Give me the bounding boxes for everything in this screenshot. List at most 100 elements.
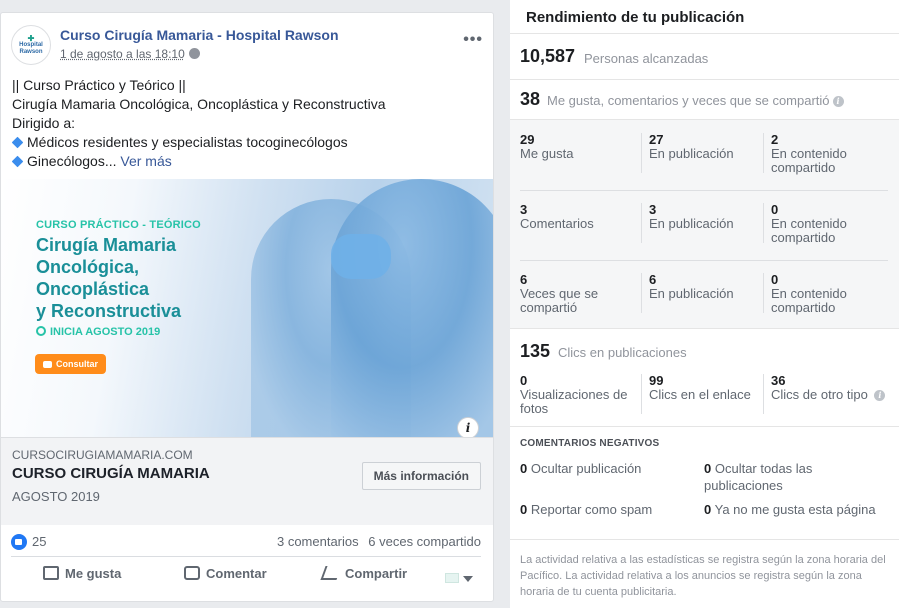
post-text-line: Médicos residentes y especialistas tocog… [11, 133, 483, 152]
avatar-text-1: Hospital [19, 41, 43, 48]
link-clicks: 99 Clics en el enlace [649, 374, 764, 402]
reach-value: 10,587 [520, 46, 576, 66]
divider [510, 79, 899, 80]
page-name-link[interactable]: Curso Cirugía Mamaria - Hospital Rawson [60, 27, 339, 43]
engagement-value: 38 [520, 89, 541, 109]
avatar-text-2: Rawson [19, 48, 43, 55]
info-icon[interactable]: i [832, 96, 844, 107]
metric-value: 3 [649, 202, 657, 217]
shares-on-post: 6 En publicación [649, 273, 764, 301]
divider [520, 190, 888, 191]
metric-label: Comentarios [520, 216, 594, 231]
page-thumbnail-icon [445, 573, 459, 583]
shares-total: 6 Veces que se compartió [520, 273, 635, 315]
likes-total: 29 Me gusta [520, 133, 635, 161]
link-preview[interactable]: CURSOCIRUGIAMAMARIA.COM CURSO CIRUGÍA MA… [1, 437, 493, 525]
photo-views: 0 Visualizaciones de fotos [520, 374, 645, 416]
hero-title-line: Oncoplástica [36, 279, 150, 299]
link-title: CURSO CIRUGÍA MAMARIA [12, 465, 210, 482]
metric-label: Clics de otro tipo [771, 387, 868, 402]
reach-label: Personas alcanzadas [584, 51, 709, 66]
more-options-icon[interactable]: ••• [463, 31, 483, 49]
metric-label: Veces que se compartió [520, 286, 599, 315]
panel-title: Rendimiento de tu publicación [526, 9, 745, 26]
share-label: Compartir [345, 566, 408, 581]
power-icon [36, 326, 46, 336]
metric-value: 0 [520, 502, 528, 517]
metric-value: 36 [771, 373, 786, 388]
see-more-link[interactable]: Ver más [120, 153, 171, 169]
reactions-bar: 25 3 comentarios 6 veces compartido [11, 525, 481, 557]
metric-label: En publicación [649, 216, 734, 231]
hero-title: Cirugía Mamaria Oncológica, Oncoplástica… [36, 234, 236, 322]
metric-value: 0 [520, 461, 528, 476]
chat-icon [43, 361, 52, 368]
comment-label: Comentar [206, 566, 267, 581]
post-text-line: Dirigido a: [12, 115, 76, 131]
metric-value: 0 [771, 272, 779, 287]
divider [763, 374, 764, 414]
panel-header: Rendimiento de tu publicación [510, 0, 899, 34]
post-timestamp[interactable]: 1 de agosto a las 18:10 [60, 47, 185, 61]
clicks-breakdown: 0 Visualizaciones de fotos 99 Clics en el … [510, 371, 899, 423]
page-voice-selector[interactable] [445, 570, 473, 584]
globe-icon [188, 48, 200, 59]
negative-feedback: COMENTARIOS NEGATIVOS 0 Ocultar publicac… [510, 426, 899, 540]
metric-label: Ya no me gusta esta página [714, 502, 876, 517]
reaction-count[interactable]: 25 [32, 534, 46, 549]
unlike-count: 0 Ya no me gusta esta página [704, 501, 884, 518]
link-domain: CURSOCIRUGIAMAMARIA.COM [12, 448, 193, 462]
post-timestamp-row: 1 de agosto a las 18:10 [60, 47, 200, 61]
negative-title: COMENTARIOS NEGATIVOS [520, 438, 660, 449]
divider [641, 133, 642, 173]
blue-diamond-icon [11, 136, 24, 149]
hero-title-line: Cirugía Mamaria [36, 235, 177, 255]
hospital-logo-icon: ✚ [27, 33, 35, 43]
like-reaction-icon[interactable] [11, 534, 27, 550]
divider [641, 374, 642, 414]
likes-shared: 2 En contenido compartido [771, 133, 886, 175]
metric-label: Clics en el enlace [649, 387, 751, 402]
divider [520, 260, 888, 261]
comments-count[interactable]: 3 comentarios [277, 534, 359, 549]
hide-all-count: 0 Ocultar todas las publicaciones [704, 460, 884, 494]
more-info-button[interactable]: Más información [361, 462, 481, 490]
post-text-bullet: Ginecólogos... [27, 153, 117, 169]
hero-title-line: Oncológica, [36, 257, 140, 277]
metric-label: En publicación [649, 286, 734, 301]
hero-consult-label: Consultar [56, 359, 99, 369]
metric-label: Ocultar todas las publicaciones [704, 461, 813, 493]
metric-value: 0 [704, 461, 712, 476]
page-avatar[interactable]: ✚ Hospital Rawson [11, 25, 51, 65]
metric-value: 27 [649, 132, 664, 147]
metric-label: Me gusta [520, 146, 574, 161]
like-label: Me gusta [65, 566, 122, 581]
info-icon[interactable]: i [457, 417, 479, 437]
metric-value: 3 [520, 202, 528, 217]
other-clicks: 36 Clics de otro tipo i [771, 374, 886, 402]
metric-value: 6 [649, 272, 657, 287]
likes-on-post: 27 En publicación [649, 133, 764, 161]
shares-count[interactable]: 6 veces compartido [368, 534, 481, 549]
comments-shared: 0 En contenido compartido [771, 203, 886, 245]
comment-button[interactable]: Comentar [184, 566, 267, 581]
post-text-line: Cirugía Mamaria Oncológica, Oncoplástica… [12, 96, 386, 112]
metric-label: En contenido compartido [771, 286, 847, 315]
share-button[interactable]: Compartir [320, 566, 408, 581]
hero-subtitle: CURSO PRÁCTICO - TEÓRICO [36, 219, 201, 231]
spam-count: 0 Reportar como spam [520, 501, 695, 518]
like-button[interactable]: Me gusta [43, 566, 121, 581]
divider [763, 203, 764, 243]
info-icon[interactable]: i [874, 390, 886, 401]
metric-value: 2 [771, 132, 779, 147]
post-text-line: || Curso Práctico y Teórico || [12, 77, 186, 93]
chevron-down-icon [463, 576, 473, 582]
hero-consult-badge: Consultar [35, 354, 107, 374]
metric-value: 0 [771, 202, 779, 217]
link-subtitle: AGOSTO 2019 [12, 489, 100, 504]
comments-on-post: 3 En publicación [649, 203, 764, 231]
post-text-line: Ginecólogos... Ver más [11, 152, 483, 171]
divider [763, 273, 764, 313]
post-image[interactable]: CURSO PRÁCTICO - TEÓRICO Cirugía Mamaria… [1, 179, 493, 437]
metric-value: 99 [649, 373, 664, 388]
